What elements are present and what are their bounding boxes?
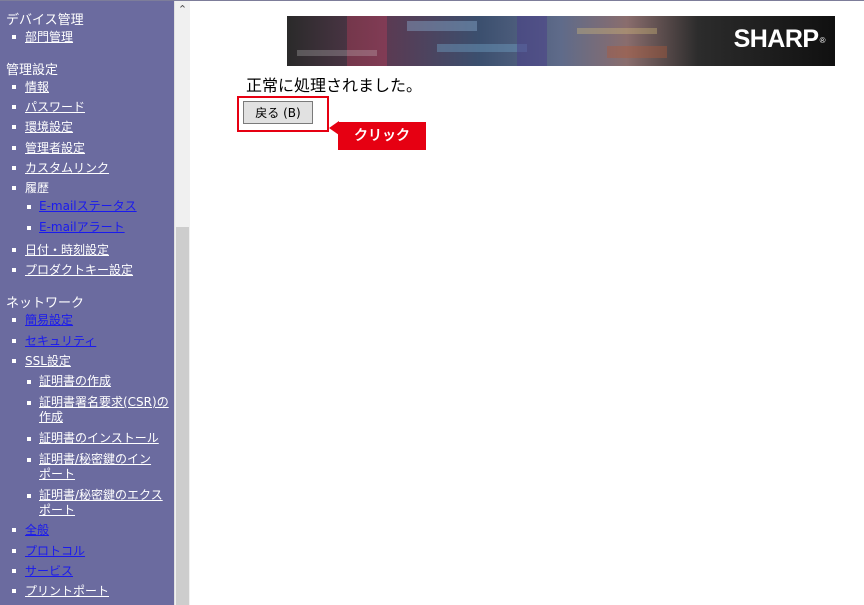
sidebar-item-product-key[interactable]: プロダクトキー設定 bbox=[12, 261, 133, 279]
bullet-icon bbox=[12, 84, 16, 89]
sharp-logo: SHARP® bbox=[733, 25, 826, 53]
bullet-icon bbox=[12, 104, 16, 109]
bullet-icon bbox=[27, 458, 31, 462]
bullet-icon bbox=[12, 247, 16, 252]
section-title-network: ネットワーク bbox=[6, 296, 85, 311]
bullet-icon bbox=[12, 588, 16, 593]
section-title-admin: 管理設定 bbox=[6, 63, 59, 78]
back-button[interactable]: 戻る (B) bbox=[243, 101, 313, 124]
sidebar-subitem-cert-import[interactable]: 証明書/秘密鍵のイン ポート bbox=[27, 452, 151, 482]
bullet-icon bbox=[27, 380, 31, 384]
bullet-icon bbox=[12, 527, 16, 532]
sidebar-item-password[interactable]: パスワード bbox=[12, 98, 85, 116]
sidebar-subitem-email-alert[interactable]: E-mailアラート bbox=[27, 220, 125, 235]
bullet-icon bbox=[12, 145, 16, 150]
sidebar-item-info[interactable]: 情報 bbox=[12, 78, 49, 96]
bullet-icon bbox=[12, 548, 16, 553]
bullet-icon bbox=[12, 568, 16, 573]
sidebar-item-general[interactable]: 全般 bbox=[12, 521, 49, 539]
sidebar-nav: デバイス管理 部門管理 管理設定 情報 パスワード 環境設定 管理者設定 カスタ… bbox=[0, 1, 174, 605]
sidebar-scrollbar[interactable]: ⌃ bbox=[174, 1, 190, 605]
sidebar-subitem-cert-export[interactable]: 証明書/秘密鍵のエクス ポート bbox=[27, 488, 163, 518]
sidebar-item-security[interactable]: セキュリティ bbox=[12, 332, 96, 350]
scroll-up-arrow-icon[interactable]: ⌃ bbox=[175, 1, 190, 18]
sidebar-item-protocol[interactable]: プロトコル bbox=[12, 542, 85, 560]
success-message: 正常に処理されました。 bbox=[246, 76, 423, 95]
bullet-icon bbox=[27, 494, 31, 498]
scroll-thumb[interactable] bbox=[176, 227, 189, 605]
sidebar-subitem-cert-create[interactable]: 証明書の作成 bbox=[27, 374, 111, 389]
bullet-icon bbox=[12, 165, 16, 170]
sidebar-item-date-time[interactable]: 日付・時刻設定 bbox=[12, 241, 109, 259]
bullet-icon bbox=[27, 226, 31, 230]
bullet-icon bbox=[27, 205, 31, 209]
click-callout: クリック bbox=[338, 122, 426, 150]
bullet-icon bbox=[27, 401, 31, 405]
sharp-banner: SHARP® bbox=[287, 16, 835, 66]
bullet-icon bbox=[12, 358, 16, 363]
sidebar-subitem-csr-create[interactable]: 証明書署名要求(CSR)の 作成 bbox=[27, 395, 169, 425]
bullet-icon bbox=[12, 34, 16, 39]
sidebar-subitem-email-status[interactable]: E-mailステータス bbox=[27, 199, 137, 214]
sidebar-item-service[interactable]: サービス bbox=[12, 562, 73, 580]
sidebar-item-history: 履歴 bbox=[12, 179, 49, 197]
bullet-icon bbox=[12, 338, 16, 343]
sidebar-item-quick-setup[interactable]: 簡易設定 bbox=[12, 311, 73, 329]
sidebar-item-print-port[interactable]: プリントポート bbox=[12, 582, 109, 600]
sidebar-item-custom-link[interactable]: カスタムリンク bbox=[12, 159, 109, 177]
sidebar-item-ssl[interactable]: SSL設定 bbox=[12, 352, 71, 370]
section-title-device: デバイス管理 bbox=[6, 13, 84, 28]
sidebar-item-department[interactable]: 部門管理 bbox=[12, 28, 73, 46]
bullet-icon bbox=[12, 185, 16, 190]
bullet-icon bbox=[27, 437, 31, 441]
bullet-icon bbox=[12, 317, 16, 322]
sidebar-item-environment[interactable]: 環境設定 bbox=[12, 118, 73, 136]
sidebar-subitem-cert-install[interactable]: 証明書のインストール bbox=[27, 431, 159, 446]
bullet-icon bbox=[12, 267, 16, 272]
bullet-icon bbox=[12, 124, 16, 129]
sidebar-item-administrator[interactable]: 管理者設定 bbox=[12, 139, 85, 157]
